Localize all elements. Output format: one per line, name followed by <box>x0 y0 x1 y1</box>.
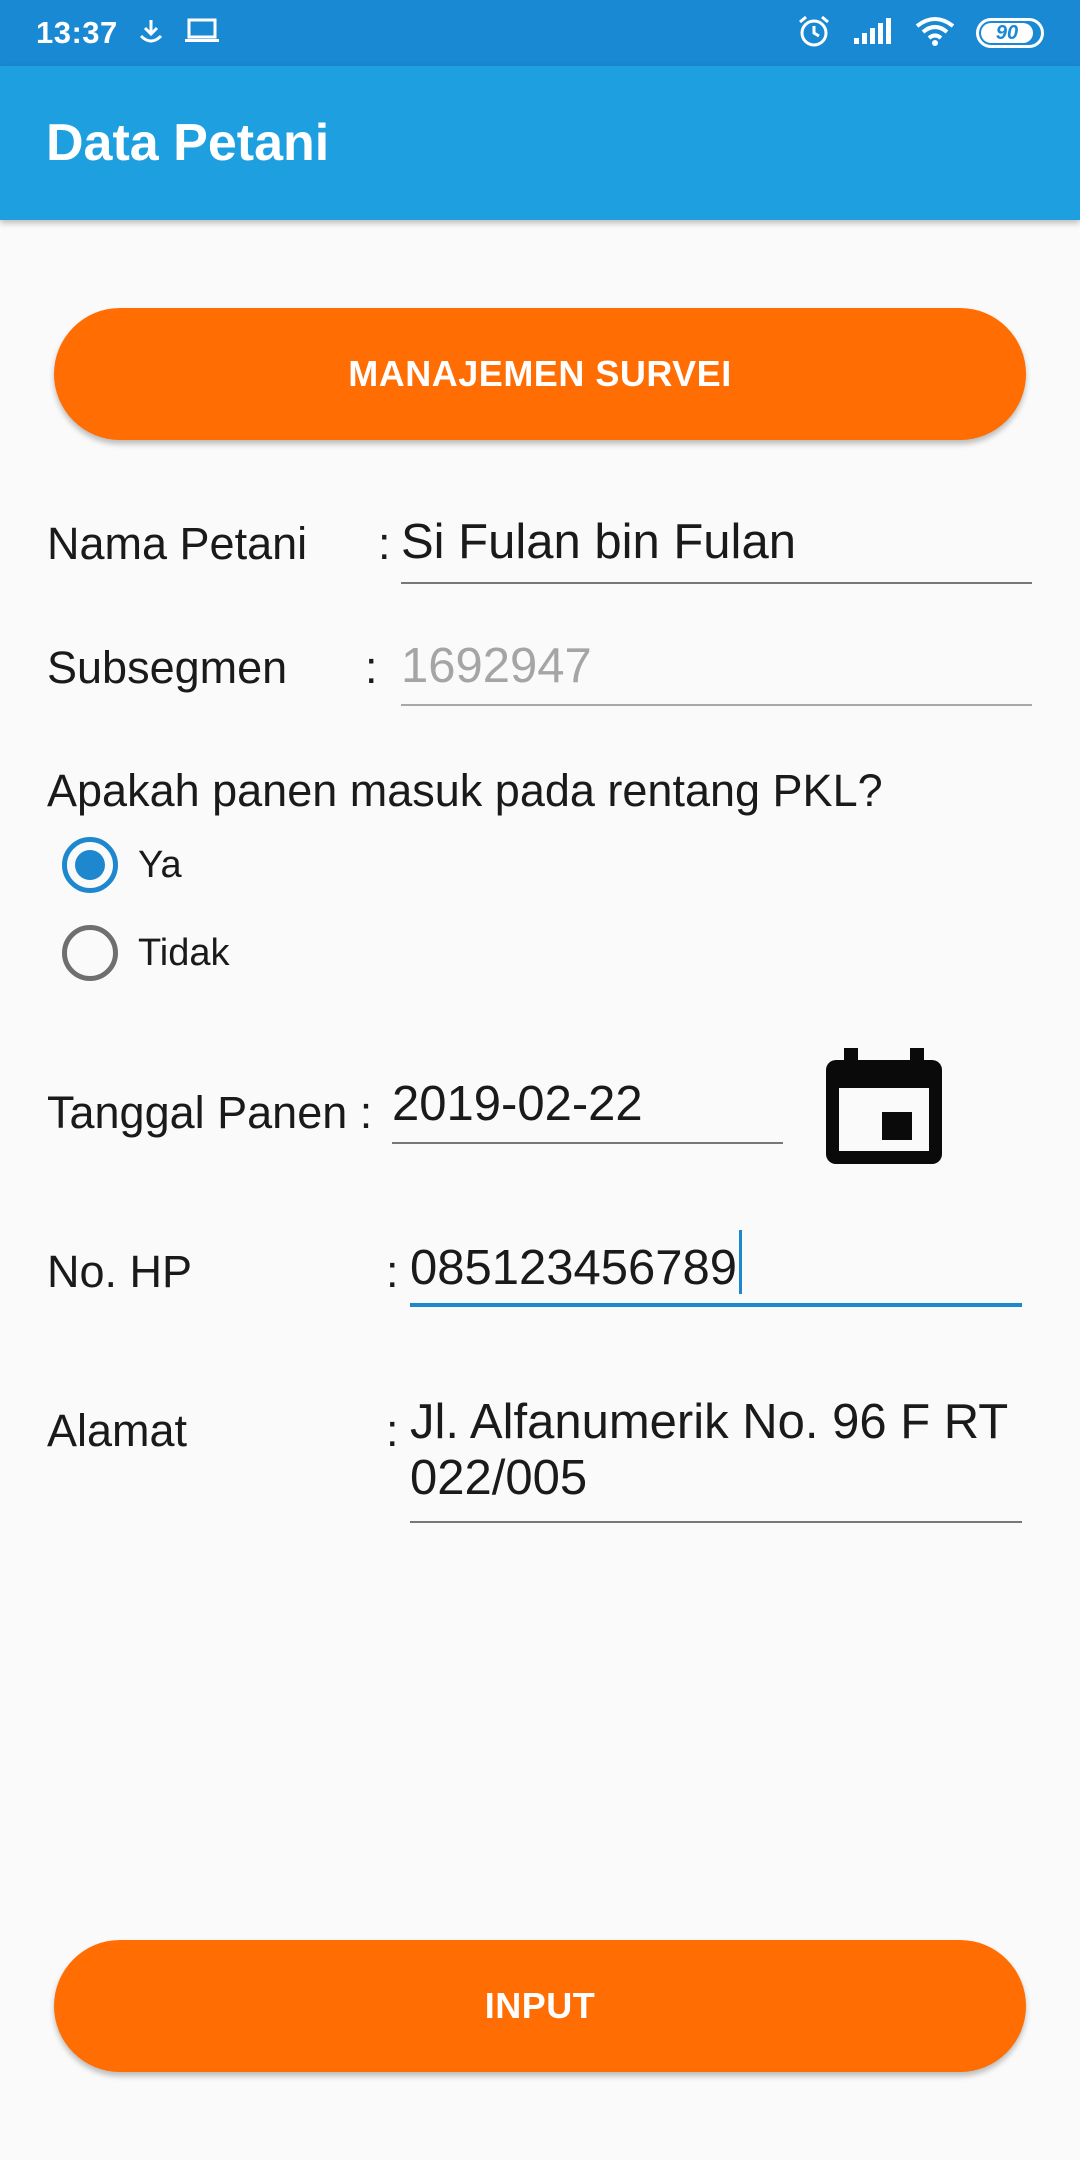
calendar-icon[interactable] <box>826 1048 942 1169</box>
nama-petani-label: Nama Petani <box>47 518 308 569</box>
battery-icon: 90 <box>976 18 1044 48</box>
nama-petani-colon: : <box>378 518 391 569</box>
harvest-question-label: Apakah panen masuk pada rentang PKL? <box>47 765 883 816</box>
no-hp-value: 085123456789 <box>410 1241 738 1295</box>
tanggal-panen-label: Tanggal Panen : <box>47 1087 373 1138</box>
subsegmen-label: Subsegmen <box>47 642 288 693</box>
radio-label-ya: Ya <box>138 843 182 886</box>
subsegmen-input[interactable]: 1692947 <box>401 634 1032 706</box>
input-button[interactable]: INPUT <box>54 1940 1026 2072</box>
laptop-icon <box>184 16 220 51</box>
alamat-value-line1: Jl. Alfanumerik No. 96 F RT <box>410 1395 1009 1449</box>
battery-level: 90 <box>995 21 1019 44</box>
subsegmen-colon: : <box>365 642 378 693</box>
radio-unchecked-icon[interactable] <box>62 925 118 981</box>
signal-icon <box>852 16 894 51</box>
status-time: 13:37 <box>36 15 118 50</box>
no-hp-label: No. HP <box>47 1246 193 1297</box>
wifi-icon <box>914 15 956 52</box>
app-bar: Data Petani <box>0 66 1080 220</box>
tanggal-panen-input[interactable]: 2019-02-22 <box>392 1076 783 1144</box>
manage-survey-button[interactable]: MANAJEMEN SURVEI <box>54 308 1026 440</box>
radio-option-tidak[interactable]: Tidak <box>62 925 230 981</box>
radio-label-tidak: Tidak <box>138 931 230 974</box>
radio-checked-icon[interactable] <box>62 837 118 893</box>
alamat-input[interactable]: Jl. Alfanumerik No. 96 F RT 022/005 <box>410 1394 1022 1523</box>
no-hp-input[interactable]: 085123456789 <box>410 1228 1022 1307</box>
no-hp-colon: : <box>386 1246 399 1297</box>
page-title: Data Petani <box>46 114 330 172</box>
status-left: 13:37 <box>36 15 220 51</box>
status-bar: 13:37 90 <box>0 0 1080 66</box>
download-icon <box>136 16 166 51</box>
nama-petani-input[interactable]: Si Fulan bin Fulan <box>401 510 1032 584</box>
alamat-label: Alamat <box>47 1405 188 1456</box>
text-cursor <box>739 1230 743 1294</box>
alamat-value-line2: 022/005 <box>410 1451 588 1505</box>
alamat-colon: : <box>386 1405 399 1456</box>
alarm-icon <box>796 13 832 54</box>
radio-option-ya[interactable]: Ya <box>62 837 182 893</box>
status-right: 90 <box>796 13 1044 54</box>
